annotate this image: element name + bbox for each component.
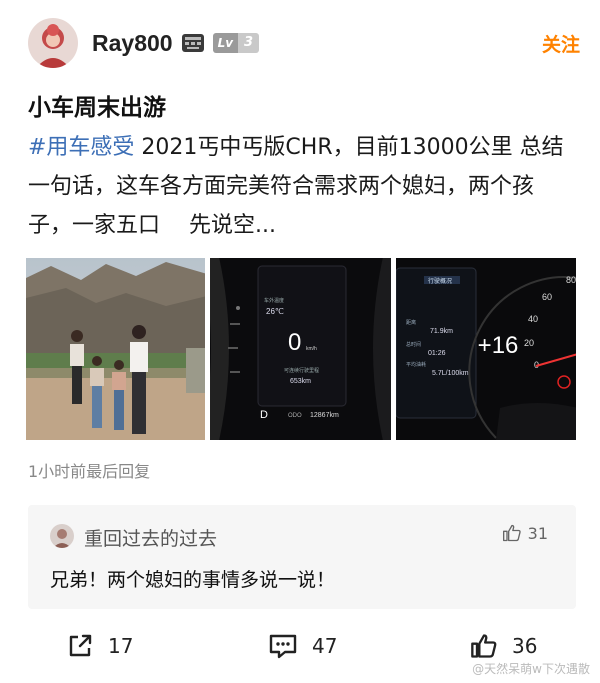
family-photo[interactable] bbox=[26, 258, 206, 440]
trip-fuel: 5.7L/100km bbox=[432, 370, 469, 377]
level-prefix: Lv bbox=[212, 33, 239, 53]
dash-temp: 26℃ bbox=[266, 307, 284, 316]
gauge-tick-60: 60 bbox=[542, 292, 552, 302]
more-images-count: +16 bbox=[477, 332, 519, 359]
share-icon bbox=[69, 634, 92, 657]
watermark: @天然呆萌w下次遇散 bbox=[472, 660, 590, 677]
dash-temp-label: 车外温度 bbox=[264, 297, 284, 304]
dash-range: 653km bbox=[290, 378, 311, 385]
level-number: 3 bbox=[238, 33, 260, 53]
last-reply-time: 1小时前最后回复 bbox=[28, 462, 151, 481]
comment-icon bbox=[269, 634, 297, 659]
commenter-avatar[interactable] bbox=[50, 524, 74, 548]
dash-range-label: 可连续行驶里程 bbox=[284, 367, 319, 374]
trip-time: 01:26 bbox=[428, 350, 446, 357]
share-count: 17 bbox=[108, 634, 134, 658]
comment-text: 兄弟！两个媳妇的事情多说一说！ bbox=[50, 569, 336, 591]
dash-unit: km/h bbox=[306, 346, 317, 352]
commenter-name[interactable]: 重回过去的过去 bbox=[84, 524, 217, 551]
user-avatar[interactable] bbox=[28, 18, 78, 68]
comment-count: 47 bbox=[312, 634, 338, 658]
comment-like-count: 31 bbox=[527, 523, 548, 543]
trip-dist-label: 距离 bbox=[406, 319, 416, 326]
dash-odo-label: ODO bbox=[288, 413, 302, 419]
gauge-tick-40: 40 bbox=[528, 314, 538, 324]
dash-odo: 12867km bbox=[310, 412, 339, 419]
topic-hashtag[interactable]: #用车感受 bbox=[28, 135, 134, 160]
thumbs-up-icon bbox=[471, 634, 497, 658]
dash-gear: D bbox=[260, 409, 268, 421]
follow-button[interactable]: 关注 bbox=[542, 30, 580, 57]
like-button[interactable]: 36 bbox=[470, 632, 537, 660]
like-count: 36 bbox=[512, 634, 538, 658]
share-button[interactable]: 17 bbox=[66, 632, 133, 660]
post-body: #用车感受 2021丐中丐版CHR，目前13000公里 总结一句话，这车各方面完… bbox=[28, 128, 576, 245]
trip-title: 行驶概况 bbox=[428, 277, 452, 285]
comment-preview[interactable]: 重回过去的过去 31 兄弟！两个媳妇的事情多说一说！ bbox=[28, 505, 576, 609]
image-grid: 车外温度 26℃ 0 km/h 可连续行驶里程 653km D ODO 1286… bbox=[26, 258, 576, 440]
trip-summary-photo[interactable]: 行驶概况 距离 71.9km 总时间 01:26 平均油耗 5.7L/100km… bbox=[395, 258, 576, 440]
comment-like-button[interactable]: 31 bbox=[502, 523, 548, 543]
watermark-text: @天然呆萌w下次遇散 bbox=[472, 662, 590, 676]
post-header: Ray800 Lv 3 关注 bbox=[28, 14, 580, 72]
level-badge: Lv 3 bbox=[212, 32, 260, 54]
thumbs-up-icon bbox=[502, 524, 521, 542]
post-title: 小车周末出游 bbox=[28, 95, 166, 121]
dash-speed: 0 bbox=[288, 329, 301, 356]
comment-button[interactable]: 47 bbox=[268, 632, 337, 660]
trip-dist: 71.9km bbox=[430, 328, 453, 335]
member-badge-icon bbox=[181, 32, 205, 54]
dashboard-photo[interactable]: 车外温度 26℃ 0 km/h 可连续行驶里程 653km D ODO 1286… bbox=[210, 258, 391, 440]
trip-fuel-label: 平均油耗 bbox=[406, 361, 426, 368]
gauge-tick-20: 20 bbox=[524, 338, 534, 348]
username[interactable]: Ray800 bbox=[92, 30, 173, 57]
trip-time-label: 总时间 bbox=[406, 341, 421, 348]
gauge-tick-80: 80 bbox=[566, 275, 576, 285]
